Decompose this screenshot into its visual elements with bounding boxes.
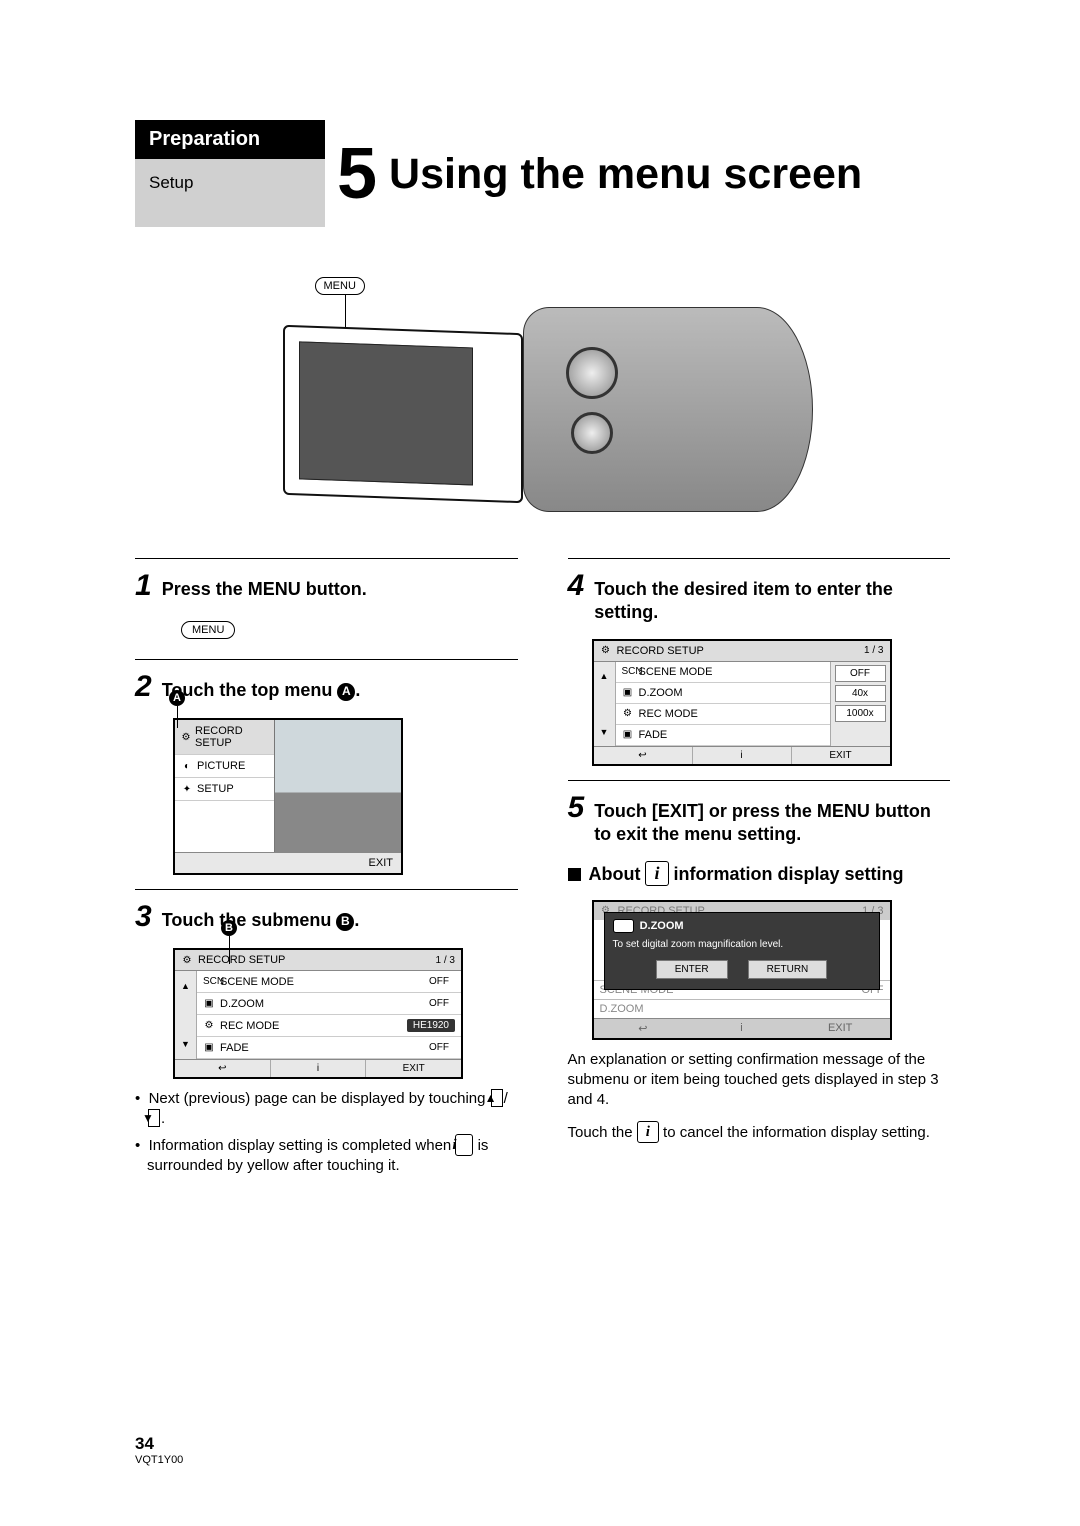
info-icon: i: [455, 1134, 473, 1156]
submenu-row: ▣D.ZOOMOFF: [197, 993, 461, 1015]
page-title: Using the menu screen: [389, 150, 862, 199]
submenu-row: ⚙REC MODE: [616, 704, 830, 725]
option-value: 1000x: [835, 705, 886, 722]
option-value: OFF: [835, 665, 886, 682]
exit-label: EXIT: [175, 852, 401, 873]
label-a-icon: A: [337, 683, 355, 701]
submenu-row: SCNSCENE MODEOFF: [197, 971, 461, 993]
page-down-icon: ▼: [594, 718, 615, 746]
step-text: Touch the submenu B.: [162, 909, 360, 932]
info-icon: i: [613, 919, 634, 933]
about-info-heading: About i information display setting: [568, 861, 951, 886]
page-number: 34: [135, 1434, 183, 1454]
page-up-icon: ▲: [175, 971, 196, 1000]
return-icon: ↩: [175, 1060, 271, 1077]
page-header: Preparation Setup 5 Using the menu scree…: [135, 120, 950, 227]
left-column: 1 Press the MENU button. MENU 2 Touch th…: [135, 544, 518, 1180]
enter-button: ENTER: [656, 960, 728, 979]
exit-label: EXIT: [366, 1060, 461, 1077]
submenu-row: ▣FADE: [616, 725, 830, 746]
label-b-icon: B: [336, 913, 354, 931]
top-menu-screenshot: ⚙RECORD SETUP ◐PICTURE ✦SETUP EXIT: [173, 718, 403, 875]
info-icon: i: [693, 747, 792, 764]
info-paragraph: Touch the i to cancel the information di…: [568, 1121, 951, 1143]
menu-item: ✦SETUP: [175, 778, 274, 801]
menu-button-label: MENU: [181, 621, 235, 639]
step-1: 1 Press the MENU button.: [135, 569, 518, 603]
page-footer: 34 VQT1Y00: [135, 1434, 183, 1466]
submenu-row: ▣FADEOFF: [197, 1037, 461, 1059]
subsection-box: Setup: [135, 159, 325, 227]
camera-illustration: MENU: [273, 277, 813, 522]
info-overlay-screenshot: ⚙RECORD SETUP1 / 3 SCENE MODEOFF D.ZOOM …: [592, 900, 892, 1040]
step-3: 3 Touch the submenu B.: [135, 900, 518, 934]
step-number: 1: [135, 569, 152, 603]
square-bullet-icon: [568, 868, 581, 881]
preview-thumb: [275, 720, 401, 852]
step-text: Press the MENU button.: [162, 578, 367, 601]
step-2: 2 Touch the top menu A.: [135, 670, 518, 704]
option-value: 40x: [835, 685, 886, 702]
submenu-row: SCNSCENE MODE: [616, 662, 830, 683]
step-number: 2: [135, 670, 152, 704]
step3-notes: Next (previous) page can be displayed by…: [135, 1089, 518, 1176]
submenu-row: ⚙REC MODEHE1920: [197, 1015, 461, 1037]
label-a-icon: A: [169, 690, 185, 706]
info-icon: i: [645, 861, 668, 886]
setting-select-screenshot: ⚙RECORD SETUP1 / 3 ▲ ▼ SCNSCENE MODE ▣D.…: [592, 639, 892, 766]
exit-label: EXIT: [792, 747, 890, 764]
down-arrow-icon: ▼: [148, 1109, 160, 1127]
step-text: Touch [EXIT] or press the MENU button to…: [594, 800, 950, 847]
note-item: Information display setting is completed…: [135, 1134, 518, 1177]
info-icon: i: [637, 1121, 659, 1143]
return-icon: ↩: [594, 747, 693, 764]
page-up-icon: ▲: [594, 662, 615, 690]
step-number: 5: [568, 791, 585, 825]
submenu-screenshot: ⚙RECORD SETUP1 / 3 ▲ ▼ SCNSCENE MODEOFF …: [173, 948, 463, 1079]
menu-button-callout: MENU: [315, 277, 365, 295]
step-text: Touch the top menu A.: [162, 679, 361, 702]
up-arrow-icon: ▲: [491, 1089, 503, 1107]
label-b-icon: B: [221, 920, 237, 936]
note-item: Next (previous) page can be displayed by…: [135, 1089, 518, 1130]
step-5: 5 Touch [EXIT] or press the MENU button …: [568, 791, 951, 847]
info-paragraph: An explanation or setting confirmation m…: [568, 1050, 951, 1111]
submenu-row: ▣D.ZOOM: [616, 683, 830, 704]
step-4: 4 Touch the desired item to enter the se…: [568, 569, 951, 625]
section-tab: Preparation: [135, 120, 325, 159]
return-button: RETURN: [748, 960, 828, 979]
menu-item: ⚙RECORD SETUP: [175, 720, 274, 755]
right-column: 4 Touch the desired item to enter the se…: [568, 544, 951, 1180]
menu-item: ◐PICTURE: [175, 755, 274, 778]
info-icon: i: [271, 1060, 367, 1077]
step-number: 3: [135, 900, 152, 934]
step-text: Touch the desired item to enter the sett…: [594, 578, 950, 625]
page-down-icon: ▼: [175, 1030, 196, 1059]
chapter-number: 5: [337, 138, 377, 210]
step-number: 4: [568, 569, 585, 603]
document-code: VQT1Y00: [135, 1454, 183, 1466]
